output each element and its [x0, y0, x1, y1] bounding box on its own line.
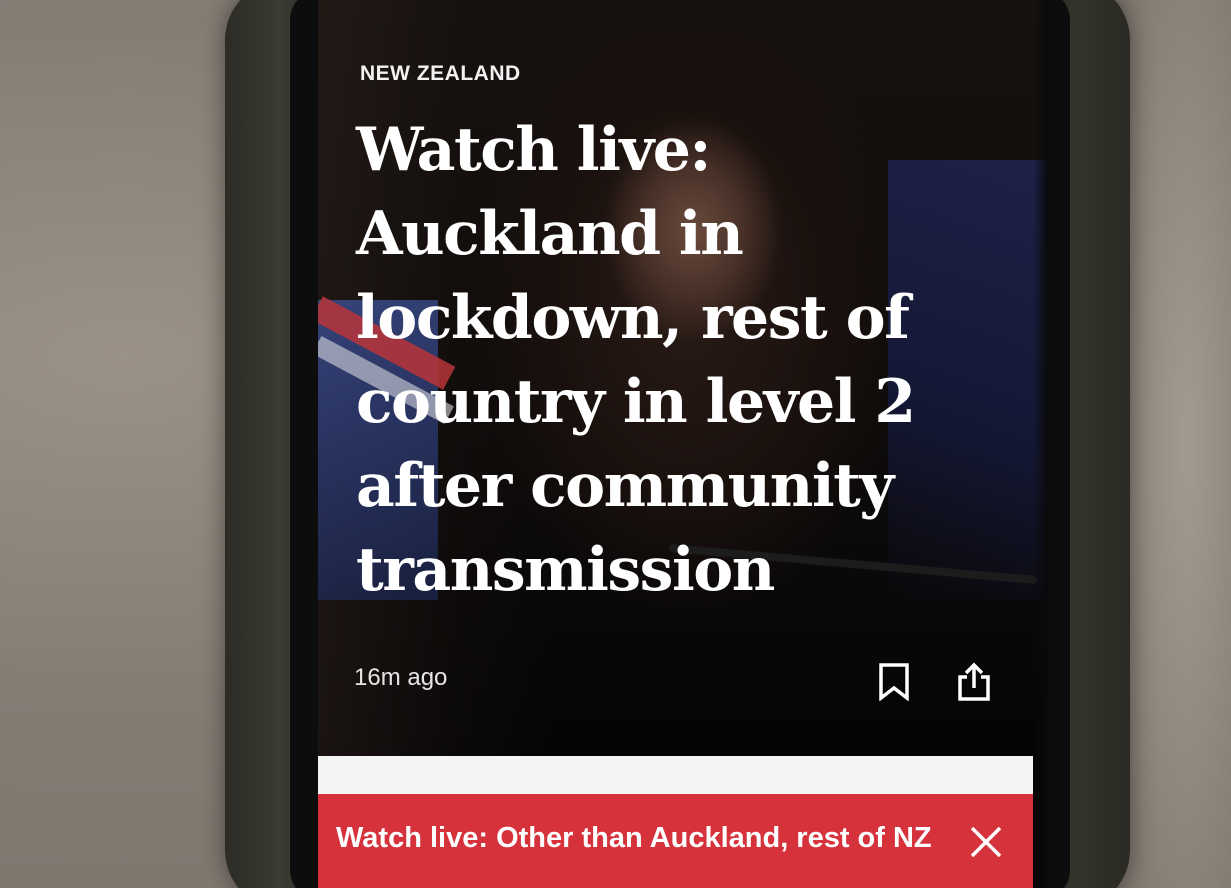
article-header[interactable]: NEW ZEALAND Watch live: Auckland in lock… — [356, 62, 980, 612]
live-banner[interactable]: Watch live: Other than Auckland, rest of… — [318, 794, 1033, 888]
live-banner-text[interactable]: Watch live: Other than Auckland, rest of… — [336, 822, 936, 855]
live-banner-close-button[interactable] — [964, 820, 1008, 864]
bookmark-icon — [879, 663, 909, 701]
article-timestamp: 16m ago — [354, 664, 448, 691]
article-meta-row: 16m ago — [354, 660, 1014, 704]
phone-screen: NEW ZEALAND Watch live: Auckland in lock… — [318, 0, 1048, 888]
close-icon — [970, 826, 1002, 858]
share-icon — [958, 662, 990, 701]
content-divider — [318, 756, 1033, 794]
article-headline[interactable]: Watch live: Auckland in lockdown, rest o… — [356, 108, 956, 612]
desk-surface — [1120, 0, 1231, 888]
photo-scene: NEW ZEALAND Watch live: Auckland in lock… — [0, 0, 1231, 888]
bookmark-button[interactable] — [872, 660, 916, 704]
article-category[interactable]: NEW ZEALAND — [360, 62, 980, 86]
share-button[interactable] — [952, 660, 996, 704]
